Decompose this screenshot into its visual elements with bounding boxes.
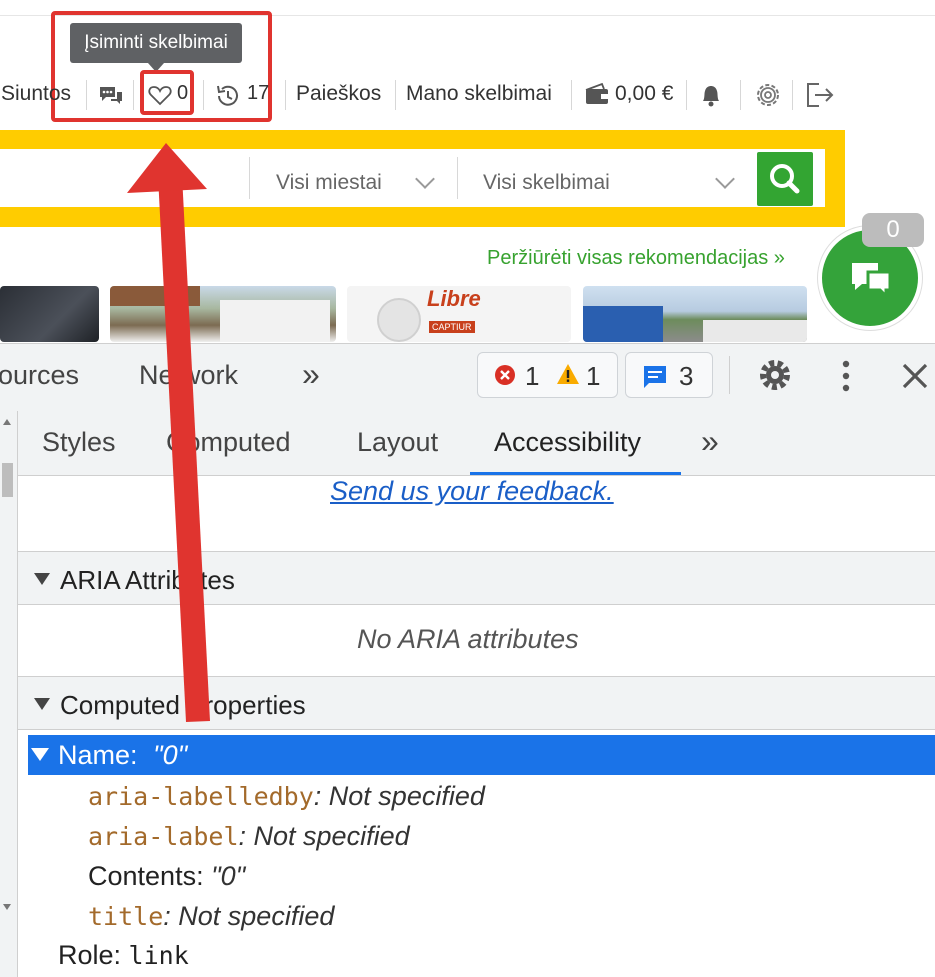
heart-icon (148, 84, 172, 111)
aria-attributes-header[interactable]: ARIA Attributes (18, 551, 935, 605)
nav-separator (203, 80, 204, 110)
tab-layout[interactable]: Layout (357, 427, 438, 458)
title-key: title (88, 902, 164, 931)
search-separator (249, 157, 250, 199)
name-label: Name: (58, 740, 138, 770)
search-icon (770, 164, 800, 194)
tab-computed[interactable]: Computed (166, 427, 291, 458)
warning-icon (556, 363, 580, 390)
chat-unread-badge: 0 (862, 213, 924, 247)
nav-separator (285, 80, 286, 110)
name-value: "0" (153, 740, 188, 770)
triangle-down-icon (34, 698, 50, 710)
no-aria-message: No ARIA attributes (357, 624, 579, 654)
tab-sources[interactable]: ources (0, 360, 79, 391)
logout-icon[interactable] (805, 81, 835, 114)
listing-thumbnail[interactable]: Libre CAPTIUR (347, 286, 571, 342)
listing-thumbnail[interactable] (583, 286, 807, 342)
nav-separator (133, 80, 134, 110)
aria-section-title: ARIA Attributes (60, 565, 235, 595)
message-icon (642, 364, 668, 395)
aria-labelledby-key: aria-labelledby (88, 782, 314, 811)
issues-counter-button[interactable]: 1 1 (477, 352, 618, 398)
active-tab-indicator (470, 472, 681, 475)
nav-siuntos-link[interactable]: Siuntos (1, 82, 71, 106)
settings-gear-icon[interactable] (756, 356, 794, 399)
error-icon (494, 364, 516, 391)
history-count[interactable]: 17 (247, 82, 269, 105)
search-separator (457, 157, 458, 199)
recommendations-link[interactable]: Peržiūrėti visas rekomendacijas » (487, 247, 785, 270)
more-subtabs-chevron-icon[interactable]: » (701, 423, 719, 460)
nav-separator (571, 80, 572, 110)
favorites-count[interactable]: 0 (177, 82, 188, 105)
aria-labelledby-value: : Not specified (313, 781, 485, 811)
close-devtools-icon[interactable] (900, 361, 930, 396)
more-options-icon[interactable] (836, 358, 856, 399)
elements-panel-scrollbar[interactable] (0, 411, 18, 977)
warning-count: 1 (586, 361, 601, 391)
role-value: link (128, 941, 189, 970)
error-count: 1 (525, 361, 540, 391)
contents-row: Contents: "0" (88, 861, 245, 892)
contents-label: Contents: (88, 861, 212, 891)
computed-properties-header[interactable]: Computed Properties (18, 676, 935, 730)
thumb-caption: CAPTIUR (429, 321, 475, 333)
nav-separator (395, 80, 396, 110)
aria-label-row: aria-label: Not specified (88, 821, 410, 852)
wallet-balance[interactable]: 0,00 € (615, 82, 673, 106)
thumb-title: Libre (427, 286, 481, 311)
computed-section-title: Computed Properties (60, 690, 306, 720)
nav-separator (86, 80, 87, 110)
message-count: 3 (679, 361, 694, 391)
contents-value: "0" (211, 861, 246, 891)
aria-labelledby-row: aria-labelledby: Not specified (88, 781, 485, 812)
messages-counter-button[interactable]: 3 (625, 352, 713, 398)
toolbar-divider (729, 356, 730, 394)
listing-thumbnail[interactable] (0, 286, 99, 342)
aria-label-value: : Not specified (238, 821, 410, 851)
nav-paieskos-link[interactable]: Paieškos (296, 82, 381, 106)
role-row: Role: link (58, 940, 189, 971)
role-label: Role: (58, 940, 129, 970)
title-value: : Not specified (163, 901, 335, 931)
listing-thumbnail[interactable] (110, 286, 336, 342)
sidebar-tabs (18, 411, 935, 476)
chat-bubbles-icon[interactable] (98, 84, 124, 113)
category-select[interactable]: Visi skelbimai (483, 171, 610, 195)
triangle-down-icon (34, 573, 50, 585)
search-button[interactable] (757, 152, 813, 206)
nav-mano-skelbimai-link[interactable]: Mano skelbimai (406, 82, 552, 106)
aria-label-key: aria-label (88, 822, 239, 851)
tab-accessibility[interactable]: Accessibility (494, 427, 641, 458)
history-icon[interactable] (214, 82, 242, 115)
triangle-down-icon (31, 748, 49, 761)
more-tabs-chevron-icon[interactable]: » (302, 356, 320, 393)
title-row: title: Not specified (88, 901, 334, 932)
nav-separator (686, 80, 687, 110)
city-select[interactable]: Visi miestai (276, 171, 382, 195)
feedback-link[interactable]: Send us your feedback. (330, 476, 614, 507)
nav-separator (740, 80, 741, 110)
nav-separator (792, 80, 793, 110)
tab-styles[interactable]: Styles (42, 427, 116, 458)
bell-icon[interactable] (699, 82, 723, 113)
search-input[interactable] (0, 149, 825, 207)
name-property-row[interactable]: Name: "0" (28, 735, 935, 775)
tab-network[interactable]: Network (139, 360, 238, 391)
gear-icon[interactable] (753, 80, 783, 115)
wallet-icon[interactable] (584, 82, 610, 111)
